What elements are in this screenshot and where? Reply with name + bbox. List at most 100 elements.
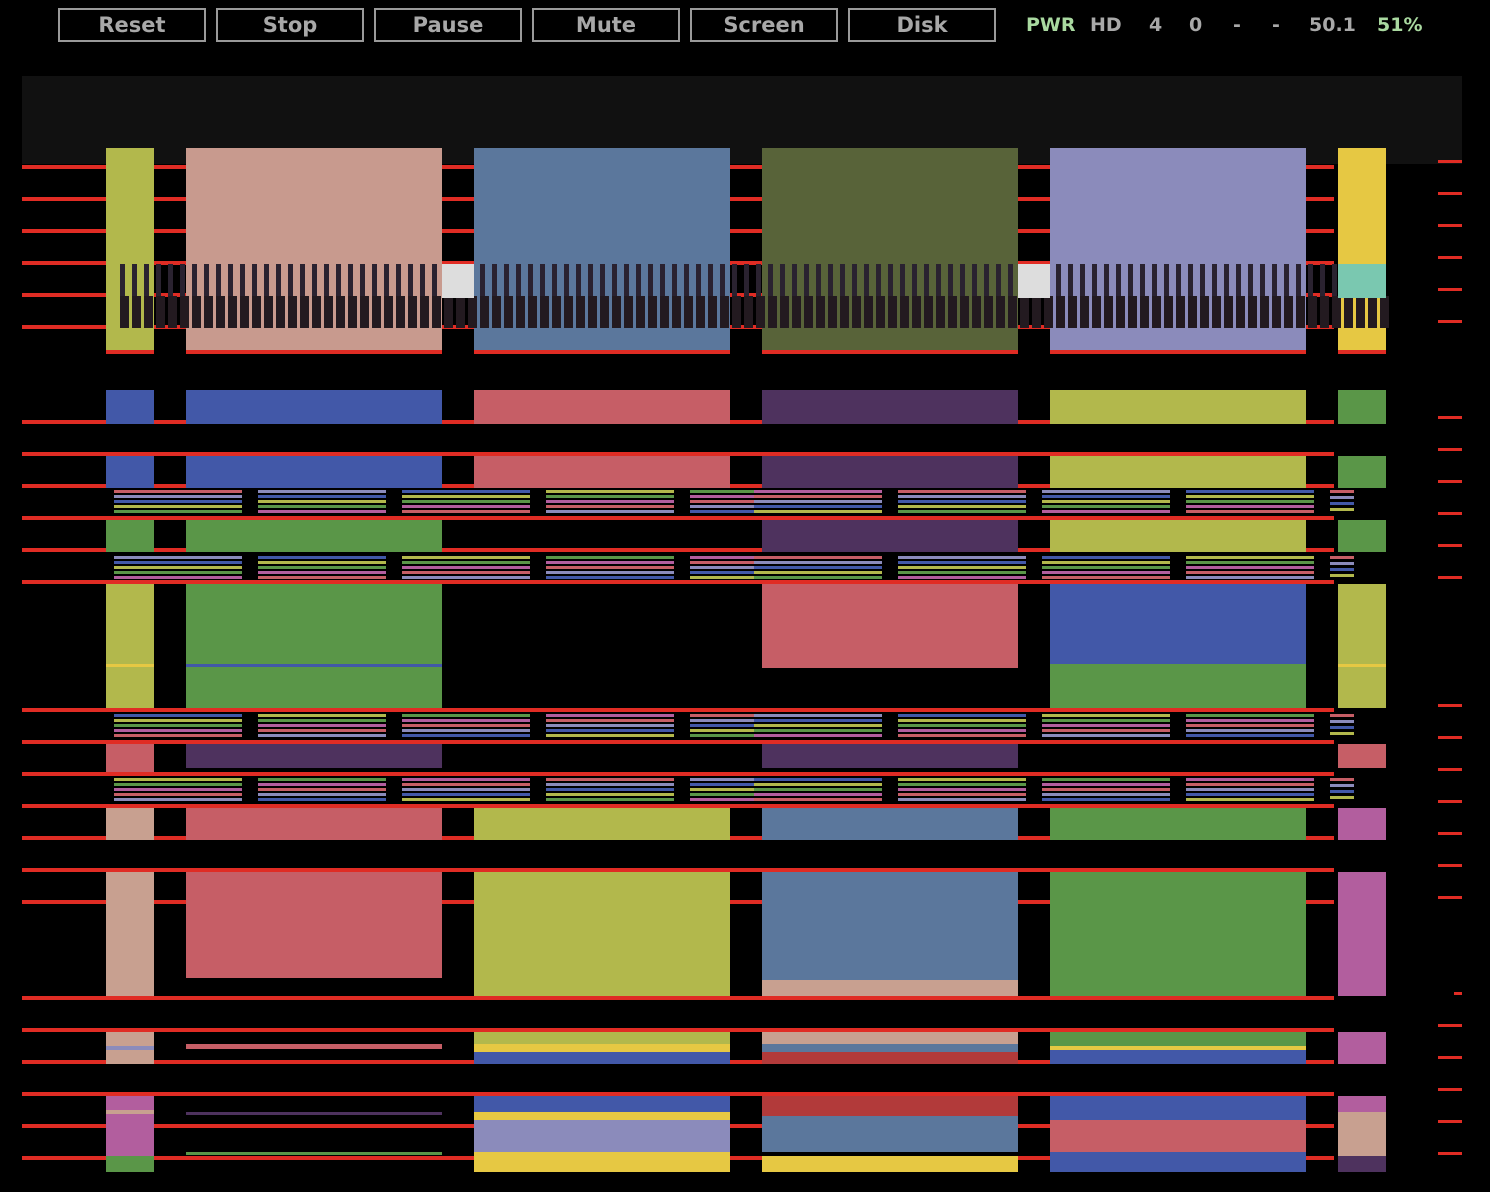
key-stripe — [1032, 296, 1041, 328]
stripe — [754, 566, 882, 569]
key-stripe — [924, 296, 933, 328]
key-stripe — [900, 296, 909, 328]
stripe — [402, 783, 530, 786]
row-block — [762, 1052, 1018, 1064]
screen-button[interactable]: Screen — [690, 8, 838, 42]
key-stripe — [276, 296, 285, 328]
stripe — [114, 556, 242, 559]
row-block — [474, 1052, 730, 1064]
key-stripe — [708, 296, 717, 328]
key-stripe — [180, 296, 189, 328]
status-value-2: 0 — [1189, 14, 1203, 36]
key-stripe — [348, 296, 357, 328]
key-stripe — [192, 264, 197, 298]
key-stripe — [756, 296, 765, 328]
key-stripe — [216, 296, 225, 328]
row-line — [186, 1112, 442, 1115]
stripe — [1042, 561, 1170, 564]
edge-dash — [1438, 896, 1462, 899]
key-stripe — [276, 264, 281, 298]
stop-button[interactable]: Stop — [216, 8, 364, 42]
stripe — [546, 576, 674, 579]
row-block — [186, 520, 442, 552]
key-stripe — [1152, 264, 1157, 298]
edge-dash — [1438, 192, 1462, 195]
key-stripe — [1284, 264, 1289, 298]
stripe — [114, 505, 242, 508]
stripe — [258, 566, 386, 569]
key-stripe — [516, 264, 521, 298]
key-stripe — [1152, 296, 1161, 328]
edge-dash — [1438, 1088, 1462, 1091]
row-block — [1338, 1032, 1386, 1064]
emulator-screen[interactable] — [22, 76, 1462, 1176]
key-stripe — [1176, 264, 1181, 298]
key-stripe — [420, 264, 425, 298]
stripe — [1330, 790, 1354, 793]
stripe — [1042, 778, 1170, 781]
key-stripe — [1224, 264, 1229, 298]
key-stripe — [300, 264, 305, 298]
key-stripe — [672, 264, 677, 298]
stripe — [1186, 500, 1314, 503]
stripe — [754, 734, 882, 737]
key-stripe — [252, 296, 261, 328]
low-block — [1338, 872, 1386, 996]
row-block — [1338, 744, 1386, 768]
key-stripe — [504, 296, 513, 328]
key-stripe — [240, 296, 249, 328]
key-stripe — [288, 264, 293, 298]
row-block — [762, 1096, 1018, 1116]
stripe — [1042, 566, 1170, 569]
stripe — [898, 500, 1026, 503]
key-stripe — [504, 264, 509, 298]
stripe — [546, 714, 674, 717]
disk-button[interactable]: Disk — [848, 8, 996, 42]
key-stripe — [984, 264, 989, 298]
mute-button[interactable]: Mute — [532, 8, 680, 42]
edge-dash — [1438, 544, 1462, 547]
row-block — [1050, 1096, 1306, 1120]
key-stripe — [336, 296, 345, 328]
key-stripe — [828, 296, 837, 328]
key-stripe — [204, 264, 209, 298]
key-stripe — [432, 296, 441, 328]
key-stripe — [120, 264, 125, 298]
key-stripe — [192, 296, 201, 328]
stripe — [898, 556, 1026, 559]
edge-dash — [1454, 992, 1462, 995]
stripe — [754, 561, 882, 564]
key-stripe — [576, 264, 581, 298]
key-stripe — [1260, 264, 1265, 298]
stripe — [546, 719, 674, 722]
row-block — [186, 390, 442, 424]
stripe — [754, 490, 882, 493]
key-cyan — [1338, 264, 1386, 298]
stripe — [1042, 724, 1170, 727]
key-stripe — [912, 296, 921, 328]
scanline — [22, 740, 1334, 744]
pause-button[interactable]: Pause — [374, 8, 522, 42]
reset-button[interactable]: Reset — [58, 8, 206, 42]
edge-dash — [1438, 448, 1462, 451]
key-stripe — [768, 264, 773, 298]
stripe — [402, 495, 530, 498]
stripe — [1042, 798, 1170, 801]
edge-dash — [1438, 1152, 1462, 1155]
key-stripe — [624, 296, 633, 328]
edge-dash — [1438, 480, 1462, 483]
status-value-1: 4 — [1149, 14, 1163, 36]
key-stripe — [1200, 296, 1209, 328]
key-stripe — [396, 296, 405, 328]
key-stripe — [528, 264, 533, 298]
stripe — [546, 561, 674, 564]
key-stripe — [132, 296, 141, 328]
key-stripe — [564, 296, 573, 328]
key-stripe — [1284, 296, 1293, 328]
stripe — [114, 576, 242, 579]
key-stripe — [636, 296, 645, 328]
key-stripe — [660, 296, 669, 328]
stripe — [898, 510, 1026, 513]
key-stripe — [612, 296, 621, 328]
row-line — [106, 1110, 154, 1114]
